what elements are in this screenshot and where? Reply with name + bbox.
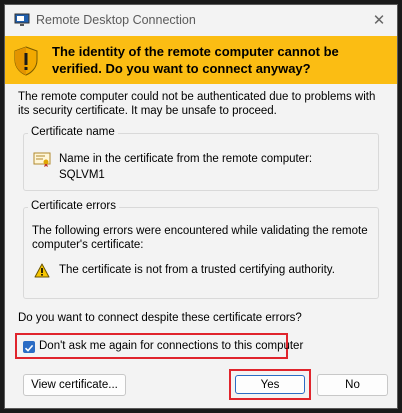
dont-ask-checkbox-row[interactable]: Don't ask me again for connections to th…	[15, 333, 303, 359]
certificate-name-group: Certificate name Name in the certificate…	[23, 126, 379, 191]
warning-banner: The identity of the remote computer cann…	[5, 36, 397, 84]
intro-text: The remote computer could not be authent…	[18, 91, 376, 117]
banner-message: The identity of the remote computer cann…	[52, 44, 339, 76]
certificate-icon	[33, 152, 51, 167]
certificate-errors-group: Certificate errors The following errors …	[23, 200, 379, 299]
certificate-error-item: The certificate is not from a trusted ce…	[59, 264, 335, 276]
remote-desktop-dialog: Remote Desktop Connection ✕ The identity…	[4, 4, 398, 409]
certificate-name-line1: Name in the certificate from the remote …	[59, 153, 313, 165]
window-title: Remote Desktop Connection	[36, 13, 196, 27]
remote-desktop-icon	[14, 13, 30, 26]
connect-question: Do you want to connect despite these cer…	[18, 312, 302, 324]
dont-ask-checkbox[interactable]	[23, 341, 35, 353]
checkmark-icon	[24, 344, 34, 352]
close-icon: ✕	[372, 12, 386, 29]
dont-ask-label[interactable]: Don't ask me again for connections to th…	[39, 340, 303, 352]
yes-button-highlight: Yes	[229, 369, 311, 400]
certificate-name-text: Name in the certificate from the remote …	[59, 151, 312, 183]
no-button[interactable]: No	[317, 374, 388, 396]
shield-warning-icon	[14, 46, 38, 76]
errors-intro-text: The following errors were encountered wh…	[32, 225, 368, 251]
view-certificate-button[interactable]: View certificate...	[23, 374, 126, 396]
warning-icon	[34, 263, 50, 278]
certificate-name-label: Certificate name	[28, 126, 118, 138]
certificate-errors-label: Certificate errors	[28, 200, 119, 212]
close-button[interactable]: ✕	[367, 9, 391, 31]
yes-button[interactable]: Yes	[235, 375, 305, 394]
title-bar[interactable]: Remote Desktop Connection ✕	[5, 5, 397, 36]
certificate-name-value: SQLVM1	[59, 169, 105, 181]
